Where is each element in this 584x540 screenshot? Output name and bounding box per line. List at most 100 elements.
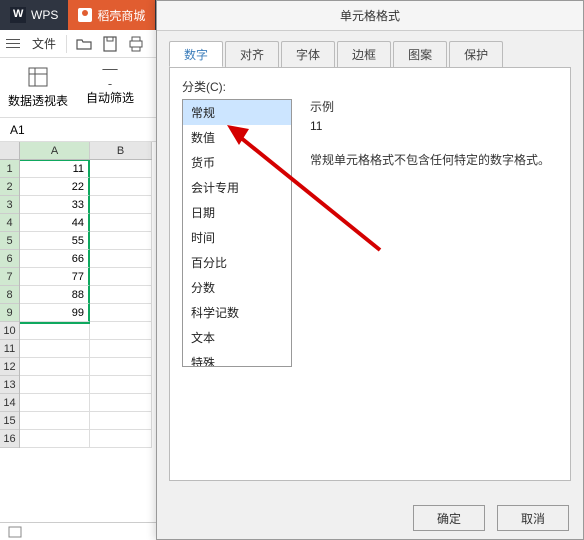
cell[interactable] — [20, 322, 90, 340]
tab-border[interactable]: 边框 — [337, 41, 391, 67]
tab-panel-number: 分类(C): 常规 数值 货币 会计专用 日期 时间 百分比 分数 科学记数 文… — [169, 67, 571, 481]
format-description: 常规单元格格式不包含任何特定的数字格式。 — [310, 151, 558, 168]
row-header[interactable]: 9 — [0, 304, 19, 322]
row-header[interactable]: 4 — [0, 214, 19, 232]
cell[interactable] — [90, 214, 152, 232]
cell[interactable] — [90, 286, 152, 304]
cell[interactable]: 66 — [20, 250, 90, 268]
print-icon[interactable] — [127, 35, 145, 53]
cell[interactable]: 99 — [20, 304, 90, 322]
pivot-icon — [27, 66, 49, 88]
row-header[interactable]: 2 — [0, 178, 19, 196]
cell[interactable]: 33 — [20, 196, 90, 214]
folder-open-icon[interactable] — [75, 35, 93, 53]
list-item[interactable]: 时间 — [183, 225, 291, 250]
row-header[interactable]: 5 — [0, 232, 19, 250]
divider — [66, 35, 67, 53]
cell[interactable] — [90, 232, 152, 250]
cell[interactable]: 55 — [20, 232, 90, 250]
list-item[interactable]: 数值 — [183, 125, 291, 150]
cell[interactable] — [90, 430, 152, 448]
cell[interactable] — [90, 178, 152, 196]
cell[interactable]: 77 — [20, 268, 90, 286]
row-header[interactable]: 3 — [0, 196, 19, 214]
file-menu[interactable]: 文件 — [26, 35, 62, 52]
clipboard-icon[interactable] — [8, 526, 22, 538]
cell[interactable] — [90, 340, 152, 358]
list-item[interactable]: 分数 — [183, 275, 291, 300]
selection-border — [20, 322, 90, 324]
row-header[interactable]: 12 — [0, 358, 19, 376]
save-icon[interactable] — [101, 35, 119, 53]
wps-tab[interactable]: WPS — [0, 0, 68, 30]
funnel-icon — [102, 69, 118, 85]
example-label: 示例 — [310, 98, 558, 115]
name-box[interactable] — [10, 123, 90, 137]
cell[interactable] — [20, 430, 90, 448]
list-item[interactable]: 科学记数 — [183, 300, 291, 325]
tab-alignment[interactable]: 对齐 — [225, 41, 279, 67]
cell-grid[interactable]: 11 22 33 44 55 66 77 88 99 — [20, 160, 152, 448]
tab-pattern[interactable]: 图案 — [393, 41, 447, 67]
cell[interactable] — [90, 196, 152, 214]
cell[interactable] — [90, 376, 152, 394]
cell[interactable] — [90, 394, 152, 412]
list-item[interactable]: 会计专用 — [183, 175, 291, 200]
format-details: 示例 11 常规单元格格式不包含任何特定的数字格式。 — [310, 98, 558, 168]
cell[interactable]: 44 — [20, 214, 90, 232]
row-header[interactable]: 11 — [0, 340, 19, 358]
cell[interactable] — [90, 412, 152, 430]
cell[interactable]: 88 — [20, 286, 90, 304]
list-item[interactable]: 百分比 — [183, 250, 291, 275]
category-listbox[interactable]: 常规 数值 货币 会计专用 日期 时间 百分比 分数 科学记数 文本 特殊 自定… — [182, 99, 292, 367]
list-item[interactable]: 货币 — [183, 150, 291, 175]
cell[interactable] — [20, 340, 90, 358]
row-header[interactable]: 8 — [0, 286, 19, 304]
category-label: 分类(C): — [182, 78, 558, 95]
daoke-tab[interactable]: 稻壳商城 — [68, 0, 155, 30]
pivot-label: 数据透视表 — [8, 92, 68, 109]
list-item[interactable]: 文本 — [183, 325, 291, 350]
cell[interactable]: 11 — [20, 160, 90, 178]
cell[interactable] — [90, 268, 152, 286]
col-header-a[interactable]: A — [20, 142, 90, 159]
row-header[interactable]: 16 — [0, 430, 19, 448]
cell[interactable] — [20, 412, 90, 430]
row-header[interactable]: 1 — [0, 160, 19, 178]
list-item[interactable]: 常规 — [183, 100, 291, 125]
ok-button[interactable]: 确定 — [413, 505, 485, 531]
cell[interactable] — [90, 358, 152, 376]
row-header[interactable]: 7 — [0, 268, 19, 286]
cell[interactable] — [90, 304, 152, 322]
row-header[interactable]: 13 — [0, 376, 19, 394]
list-item[interactable]: 日期 — [183, 200, 291, 225]
cancel-button[interactable]: 取消 — [497, 505, 569, 531]
row-header[interactable]: 6 — [0, 250, 19, 268]
cell[interactable] — [90, 322, 152, 340]
tab-protection[interactable]: 保护 — [449, 41, 503, 67]
row-header[interactable]: 10 — [0, 322, 19, 340]
list-item[interactable]: 特殊 — [183, 350, 291, 367]
row-headers: 1 2 3 4 5 6 7 8 9 10 11 12 13 14 15 16 — [0, 160, 20, 448]
filter-label: 自动筛选 — [86, 89, 134, 106]
tab-font[interactable]: 字体 — [281, 41, 335, 67]
dialog-footer: 确定 取消 — [399, 497, 583, 539]
hamburger-icon[interactable] — [6, 39, 20, 49]
row-header[interactable]: 15 — [0, 412, 19, 430]
row-header[interactable]: 14 — [0, 394, 19, 412]
cell[interactable] — [90, 160, 152, 178]
dialog-title: 单元格格式 — [157, 1, 583, 31]
cell[interactable] — [20, 394, 90, 412]
wps-icon — [10, 7, 26, 23]
select-all-corner[interactable] — [0, 142, 20, 160]
column-headers: A B — [20, 142, 152, 160]
cell[interactable] — [20, 376, 90, 394]
col-header-b[interactable]: B — [90, 142, 152, 159]
pivot-button[interactable]: 数据透视表 — [8, 66, 68, 109]
status-bar — [0, 522, 156, 540]
cell[interactable] — [90, 250, 152, 268]
tab-number[interactable]: 数字 — [169, 41, 223, 67]
filter-button[interactable]: 自动筛选 — [86, 69, 134, 106]
cell[interactable]: 22 — [20, 178, 90, 196]
cell[interactable] — [20, 358, 90, 376]
